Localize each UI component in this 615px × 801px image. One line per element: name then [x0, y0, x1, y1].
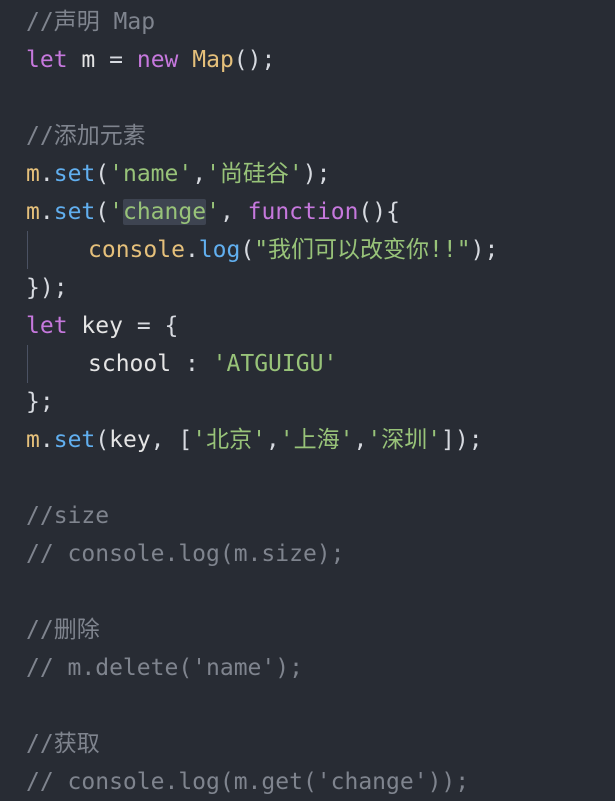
dot: .: [39, 161, 54, 187]
code-line-10[interactable]: school : 'ATGUIGU': [0, 345, 615, 383]
code-line-6[interactable]: m.set('change', function(){: [0, 193, 615, 231]
code-line-16-blank[interactable]: [0, 573, 615, 611]
paren-open: (: [240, 237, 255, 263]
code-editor[interactable]: //声明 Map let m = new Map(); //添加元素 m.set…: [0, 0, 615, 801]
method-set: set: [53, 161, 96, 187]
method-log: log: [198, 237, 241, 263]
keyword-new: new: [136, 47, 179, 73]
code-line-20[interactable]: //获取: [0, 725, 615, 763]
operator-eq: =: [136, 313, 151, 339]
comment: //删除: [26, 617, 100, 643]
paren-open: (: [95, 199, 110, 225]
code-line-15[interactable]: // console.log(m.size);: [0, 535, 615, 573]
string-beijing: '北京': [192, 427, 266, 453]
comment: //添加元素: [26, 123, 146, 149]
string-value: '尚硅谷': [206, 161, 303, 187]
string-shanghai: '上海': [279, 427, 354, 453]
variable-key: key: [81, 313, 123, 339]
method-set: set: [53, 427, 96, 453]
code-line-19-blank[interactable]: [0, 687, 615, 725]
code-line-2[interactable]: let m = new Map();: [0, 41, 615, 79]
punctuation: };: [26, 389, 54, 415]
comma: ,: [219, 199, 248, 225]
string-quote: ': [109, 199, 123, 225]
property-school: school: [88, 351, 172, 377]
punctuation: );: [470, 237, 499, 263]
comment: //size: [26, 503, 110, 529]
punctuation: ();: [233, 47, 276, 73]
code-line-14[interactable]: //size: [0, 497, 615, 535]
punctuation: );: [302, 161, 331, 187]
comma: ,: [265, 427, 280, 453]
string-message: "我们可以改变你!!": [254, 237, 471, 263]
punctuation: , [: [150, 427, 193, 453]
comma: ,: [192, 161, 207, 187]
code-line-21[interactable]: // console.log(m.get('change'));: [0, 763, 615, 801]
object-console: console: [88, 237, 185, 263]
string-atguigu: 'ATGUIGU': [212, 351, 338, 377]
code-line-5[interactable]: m.set('name','尚硅谷');: [0, 155, 615, 193]
code-line-7[interactable]: console.log("我们可以改变你!!");: [0, 231, 615, 269]
operator-eq: =: [109, 47, 123, 73]
keyword-let: let: [26, 313, 68, 339]
code-line-18[interactable]: // m.delete('name');: [0, 649, 615, 687]
paren-open: (: [95, 427, 110, 453]
colon: :: [184, 351, 199, 377]
code-line-12[interactable]: m.set(key, ['北京','上海','深圳']);: [0, 421, 615, 459]
comment: // m.delete('name');: [26, 655, 303, 681]
indent-guide: [27, 345, 28, 383]
code-line-4[interactable]: //添加元素: [0, 117, 615, 155]
punctuation: ]);: [441, 427, 483, 453]
code-line-17[interactable]: //删除: [0, 611, 615, 649]
class-map: Map: [192, 47, 234, 73]
keyword-let: let: [26, 47, 68, 73]
object-m: m: [26, 161, 40, 187]
dot: .: [39, 199, 54, 225]
dot: .: [39, 427, 54, 453]
code-line-9[interactable]: let key = {: [0, 307, 615, 345]
keyword-function: function: [247, 199, 359, 225]
code-line-1[interactable]: //声明 Map: [0, 3, 615, 41]
string-quote: ': [206, 199, 220, 225]
brace-open: {: [164, 313, 179, 339]
method-set: set: [53, 199, 96, 225]
dot: .: [184, 237, 199, 263]
comment: // console.log(m.size);: [26, 541, 345, 567]
comment: // console.log(m.get('change'));: [26, 769, 470, 795]
comma: ,: [353, 427, 368, 453]
code-line-3-blank[interactable]: [0, 79, 615, 117]
variable-m: m: [81, 47, 96, 73]
paren-open: (: [95, 161, 110, 187]
code-line-11[interactable]: };: [0, 383, 615, 421]
code-line-13-blank[interactable]: [0, 459, 615, 497]
comment: //获取: [26, 731, 100, 757]
string-shenzhen: '深圳': [367, 427, 442, 453]
punctuation: });: [26, 275, 68, 301]
indent-guide: [27, 231, 28, 269]
object-m: m: [26, 199, 40, 225]
comment: //声明 Map: [26, 9, 156, 35]
object-m: m: [26, 427, 40, 453]
string-name: 'name': [109, 161, 193, 187]
variable-key: key: [109, 427, 151, 453]
string-change-highlighted: change: [122, 199, 207, 225]
punctuation: (){: [358, 199, 400, 225]
code-line-8[interactable]: });: [0, 269, 615, 307]
